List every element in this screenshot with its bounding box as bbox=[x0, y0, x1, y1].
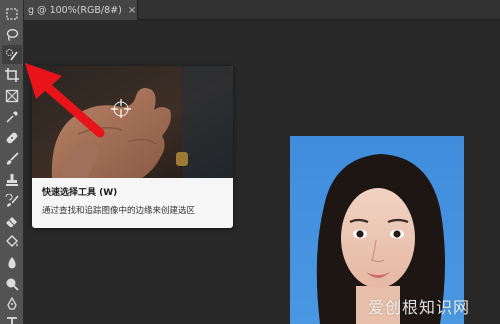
tooltip-preview-image bbox=[32, 66, 233, 178]
frame-tool-icon[interactable] bbox=[2, 86, 22, 105]
tool-tooltip: 快速选择工具 (W) 通过查找和追踪图像中的边缘来创建选区 bbox=[32, 66, 233, 228]
brush-tool-icon[interactable] bbox=[2, 149, 22, 168]
document-tab-bar: g @ 100%(RGB/8#) × bbox=[24, 0, 500, 20]
history-brush-tool-icon[interactable] bbox=[2, 191, 22, 210]
quick-selection-tool-icon[interactable] bbox=[2, 45, 22, 64]
healing-brush-tool-icon[interactable] bbox=[2, 128, 22, 147]
type-tool-icon[interactable] bbox=[2, 312, 22, 324]
tooltip-title: 快速选择工具 (W) bbox=[42, 188, 118, 198]
eyedropper-tool-icon[interactable] bbox=[2, 107, 22, 126]
pen-tool-icon[interactable] bbox=[2, 294, 22, 313]
tools-panel bbox=[0, 0, 24, 324]
paint-bucket-tool-icon[interactable] bbox=[2, 232, 22, 251]
eraser-tool-icon[interactable] bbox=[2, 212, 22, 231]
tooltip-description: 通过查找和追踪图像中的边缘来创建选区 bbox=[42, 206, 196, 216]
crop-tool-icon[interactable] bbox=[2, 65, 22, 84]
watermark-text: 爱创根知识网 bbox=[368, 298, 471, 317]
document-tab[interactable]: g @ 100%(RGB/8#) × bbox=[24, 0, 138, 20]
blur-tool-icon[interactable] bbox=[2, 253, 22, 272]
clone-stamp-tool-icon[interactable] bbox=[2, 170, 22, 189]
document-tab-title: g @ 100%(RGB/8#) bbox=[28, 4, 122, 16]
dodge-tool-icon[interactable] bbox=[2, 274, 22, 293]
close-icon[interactable]: × bbox=[128, 5, 136, 16]
rectangular-marquee-tool-icon[interactable] bbox=[2, 4, 22, 23]
lasso-tool-icon[interactable] bbox=[2, 25, 22, 44]
